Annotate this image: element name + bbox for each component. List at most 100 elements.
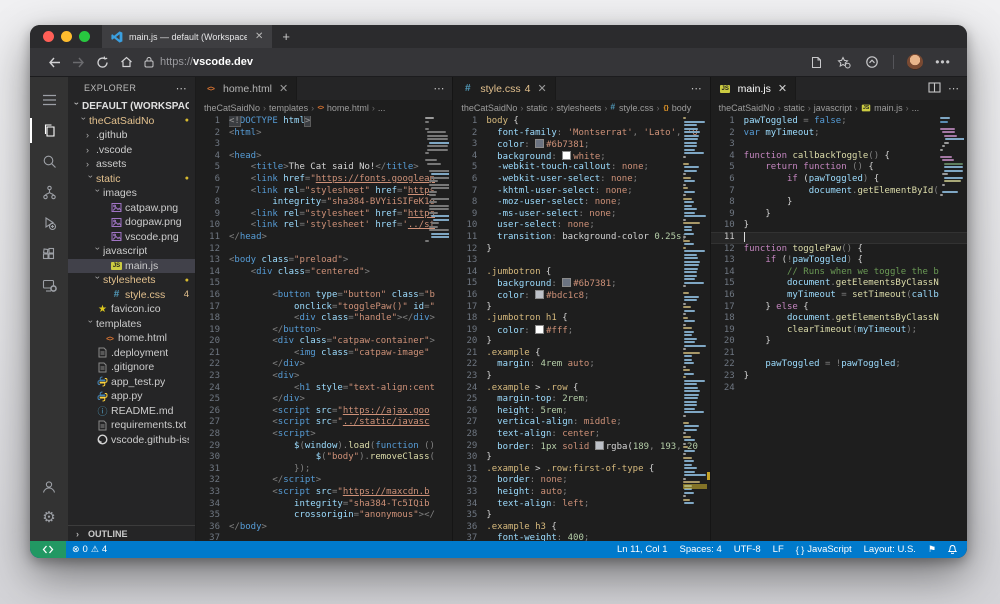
profile-avatar[interactable] — [903, 51, 927, 73]
feedback-button[interactable]: ⚑ — [922, 541, 942, 558]
folder-templates[interactable]: ›templates — [68, 317, 195, 332]
home-button[interactable] — [114, 51, 138, 73]
breadcrumb[interactable]: theCatSaidNo›templates›<>home.html›... — [196, 100, 452, 115]
split-editor-icon[interactable] — [928, 80, 941, 98]
zoom-window-button[interactable] — [79, 31, 90, 42]
line-number: 21 — [711, 348, 744, 360]
search-icon[interactable] — [30, 146, 68, 177]
tab-home-html[interactable]: <>home.html✕ — [196, 77, 297, 100]
breadcrumb[interactable]: theCatSaidNo›static›javascript›JSmain.js… — [711, 100, 967, 115]
tab-style-css[interactable]: #style.css4✕ — [453, 77, 555, 100]
file-home-html[interactable]: <>home.html — [68, 331, 195, 346]
minimap[interactable] — [425, 117, 449, 541]
code-line: 9 <link rel="stylesheet" href="https — [196, 209, 452, 221]
avatar — [907, 54, 923, 70]
new-tab-button[interactable]: + — [272, 25, 300, 48]
line-number: 8 — [711, 197, 744, 209]
file-dogpaw-png[interactable]: dogpaw.png — [68, 215, 195, 230]
line-number: 30 — [453, 452, 486, 464]
code-line: 36.example h3 { — [453, 522, 709, 534]
minimap[interactable] — [940, 117, 964, 541]
file-main-js[interactable]: JSmain.js — [68, 259, 195, 274]
remote-indicator[interactable] — [30, 541, 66, 558]
breadcrumb[interactable]: theCatSaidNo›static›stylesheets›#style.c… — [453, 100, 709, 115]
chevron-icon: › — [93, 276, 103, 286]
folder-default-workspace-[interactable]: ›DEFAULT (WORKSPACE) — [68, 99, 195, 114]
remote-explorer-icon[interactable] — [30, 270, 68, 301]
line-number: 12 — [453, 244, 486, 256]
close-window-button[interactable] — [43, 31, 54, 42]
minimize-window-button[interactable] — [61, 31, 72, 42]
editor-more-actions[interactable]: ⋯ — [948, 82, 959, 95]
file-app-test-py[interactable]: app_test.py — [68, 375, 195, 390]
close-icon[interactable]: ✕ — [778, 82, 787, 95]
chevron-icon: › — [79, 117, 89, 127]
folder-static[interactable]: ›static● — [68, 172, 195, 187]
code-editor-style-css[interactable]: 1body {2 font-family: 'Montserrat', 'Lat… — [453, 115, 709, 541]
file-vscode-png[interactable]: vscode.png — [68, 230, 195, 245]
browser-more-menu[interactable]: ••• — [931, 51, 955, 73]
folder-thecatsaidno[interactable]: ›theCatSaidNo● — [68, 114, 195, 129]
tab-close-icon[interactable]: ✕ — [255, 31, 263, 42]
problems-indicator[interactable]: ⊗ 0 ⚠ 4 — [66, 541, 113, 558]
folder--github[interactable]: ›.github — [68, 128, 195, 143]
code-editor-home-html[interactable]: 1<!DOCTYPE html>2<html>34<head>5 <title>… — [196, 115, 452, 541]
code-line: 20 } — [711, 336, 967, 348]
folder-javascript[interactable]: ›javascript — [68, 244, 195, 259]
breadcrumb-separator: › — [808, 103, 811, 113]
explorer-more-actions[interactable]: ⋯ — [176, 82, 187, 95]
notifications-bell[interactable] — [942, 541, 963, 558]
forward-button[interactable] — [66, 51, 90, 73]
code-line: 5 return function () { — [711, 162, 967, 174]
source-control-icon[interactable] — [30, 177, 68, 208]
page-icon[interactable] — [804, 51, 828, 73]
breadcrumb-separator: › — [855, 103, 858, 113]
code-editor-main-js[interactable]: 1pawToggled = false;2var myTimeout;34fun… — [711, 115, 967, 541]
browser-tab[interactable]: main.js — default (Workspace) ✕ — [102, 25, 272, 48]
status-language[interactable]: { }JavaScript — [790, 541, 858, 558]
warning-count: 4 — [102, 544, 107, 555]
status-cursor-position[interactable]: Ln 11, Col 1 — [611, 541, 674, 558]
file-label: assets — [96, 158, 126, 170]
outline-section[interactable]: › OUTLINE — [68, 525, 195, 541]
back-button[interactable] — [42, 51, 66, 73]
favorites-icon[interactable] — [832, 51, 856, 73]
status-keyboard-layout[interactable]: Layout: U.S. — [858, 541, 922, 558]
address-bar[interactable]: https://vscode.dev — [144, 56, 253, 68]
extensions-icon[interactable] — [30, 239, 68, 270]
line-number: 13 — [453, 255, 486, 267]
file-vscode-github-issues[interactable]: vscode.github-issues — [68, 433, 195, 448]
close-icon[interactable]: ✕ — [537, 82, 546, 95]
code-line: 30 $("body").removeClass( — [196, 452, 452, 464]
menu-icon[interactable] — [30, 84, 68, 115]
status-indentation[interactable]: Spaces: 4 — [674, 541, 728, 558]
folder-assets[interactable]: ›assets — [68, 157, 195, 172]
settings-gear-icon[interactable]: ⚙ — [30, 502, 68, 533]
file-favicon-ico[interactable]: ★favicon.ico — [68, 302, 195, 317]
file--gitignore[interactable]: .gitignore — [68, 360, 195, 375]
file-readme-md[interactable]: ⓘREADME.md — [68, 404, 195, 419]
folder-images[interactable]: ›images — [68, 186, 195, 201]
close-icon[interactable]: ✕ — [279, 82, 288, 95]
editor-more-actions[interactable]: ⋯ — [691, 82, 702, 95]
account-icon[interactable] — [30, 471, 68, 502]
file--deployment[interactable]: .deployment — [68, 346, 195, 361]
file-style-css[interactable]: #style.css4 — [68, 288, 195, 303]
reload-button[interactable] — [90, 51, 114, 73]
file-label: main.js — [125, 260, 158, 272]
line-number: 19 — [711, 325, 744, 337]
file-requirements-txt[interactable]: requirements.txt — [68, 418, 195, 433]
minimap[interactable] — [683, 117, 707, 541]
tab-main-js[interactable]: JSmain.js✕ — [711, 77, 796, 100]
folder--vscode[interactable]: ›.vscode — [68, 143, 195, 158]
explorer-icon[interactable] — [30, 115, 68, 146]
file-catpaw-png[interactable]: catpaw.png — [68, 201, 195, 216]
file-app-py[interactable]: app.py — [68, 389, 195, 404]
line-number: 19 — [453, 325, 486, 337]
status-eol[interactable]: LF — [767, 541, 790, 558]
status-encoding[interactable]: UTF-8 — [728, 541, 767, 558]
editor-more-actions[interactable]: ⋯ — [433, 82, 444, 95]
folder-stylesheets[interactable]: ›stylesheets● — [68, 273, 195, 288]
browser-extension-icon[interactable] — [860, 51, 884, 73]
run-debug-icon[interactable] — [30, 208, 68, 239]
